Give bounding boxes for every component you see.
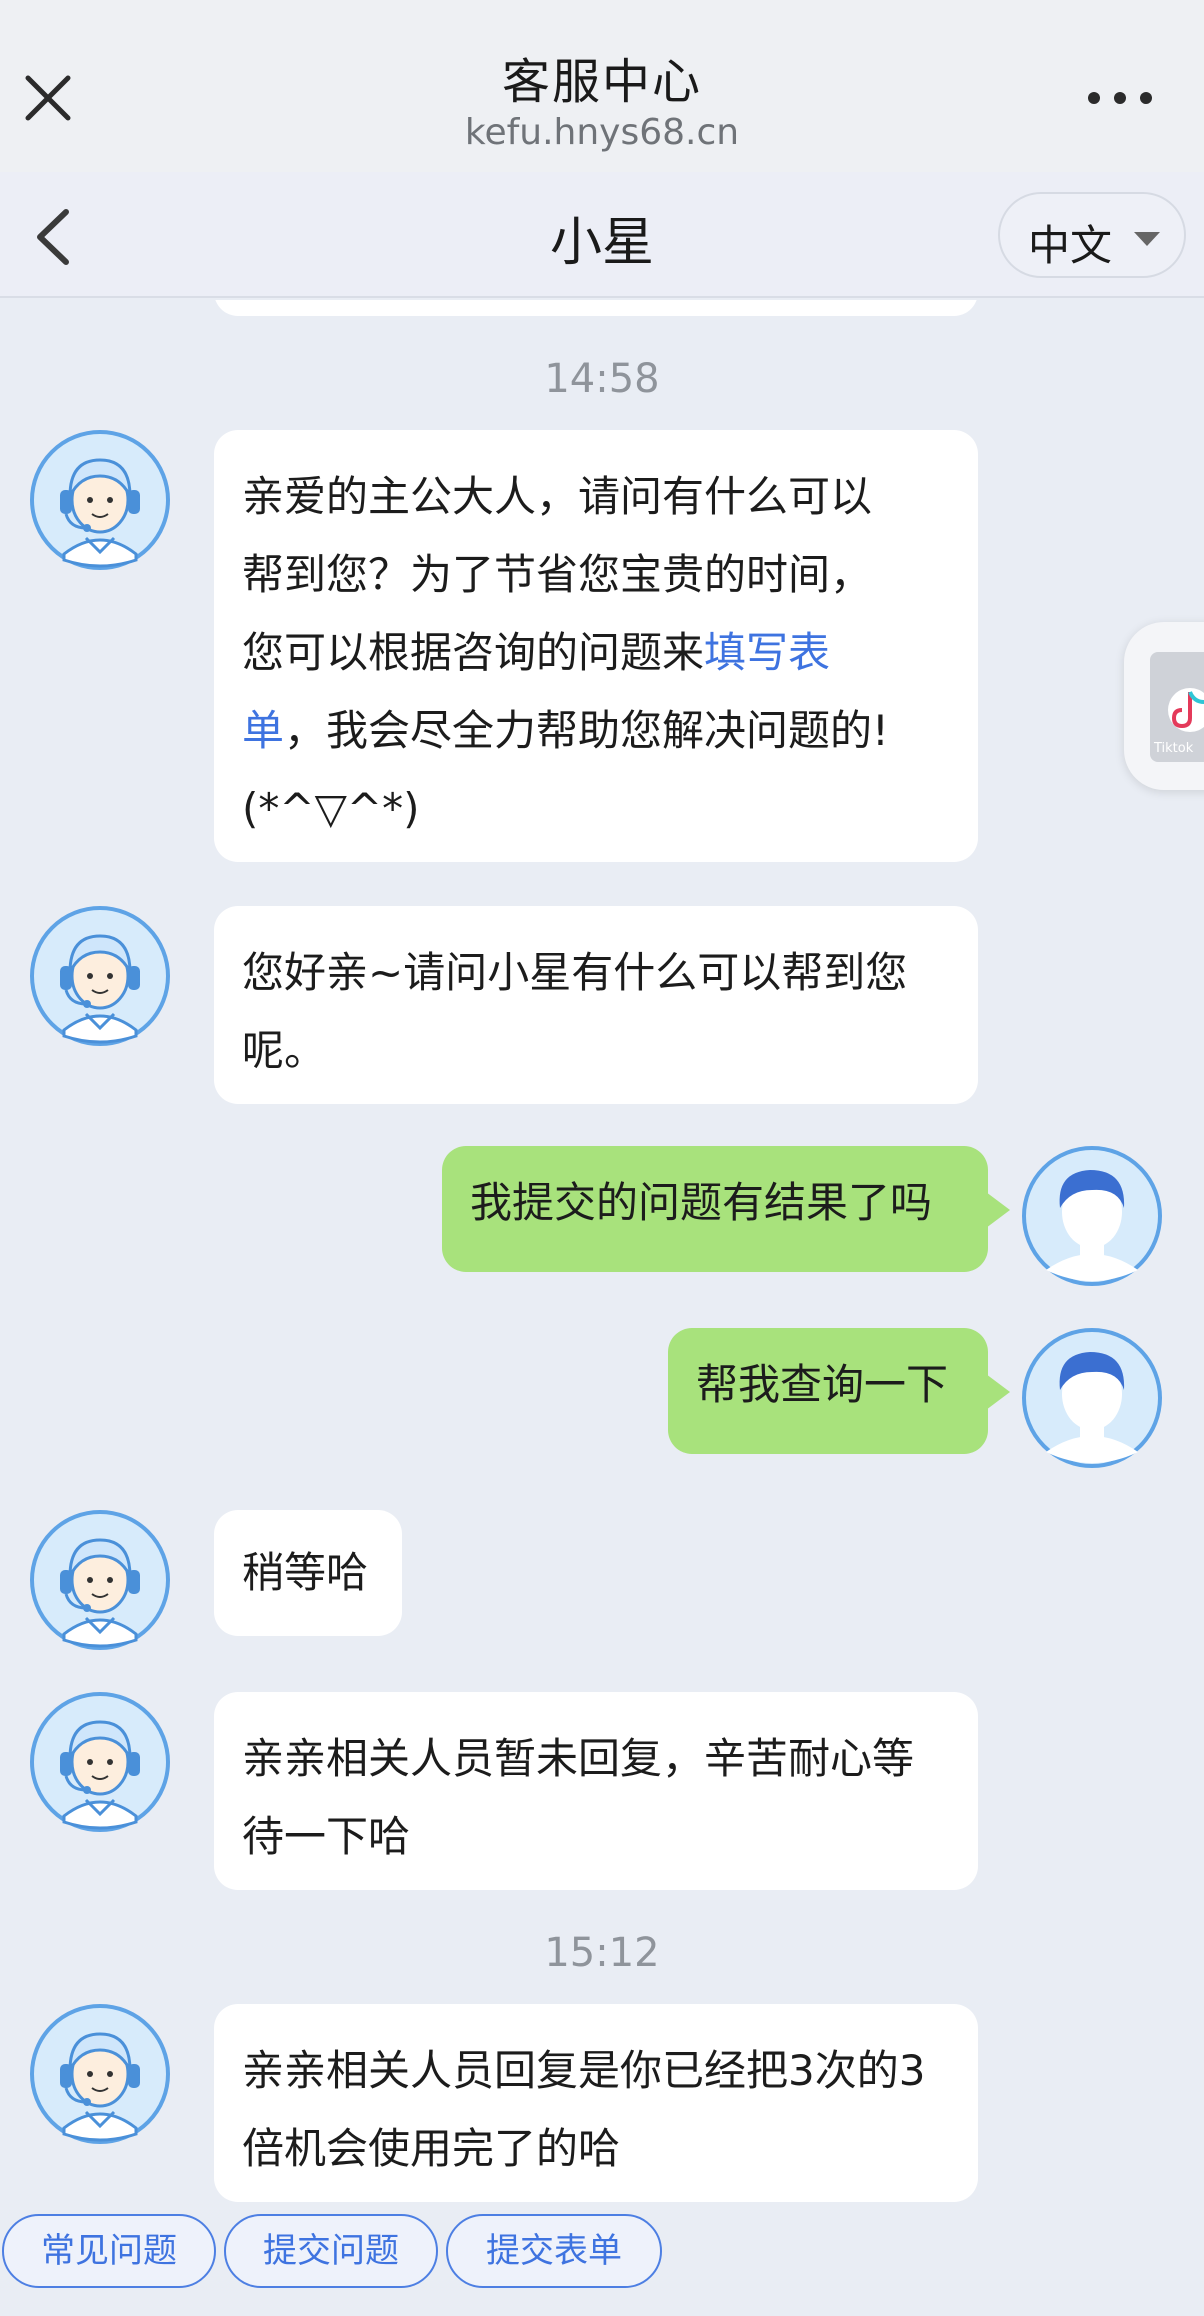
- user-avatar[interactable]: [1022, 1328, 1162, 1468]
- language-select[interactable]: 中文: [998, 192, 1186, 278]
- chat-messages[interactable]: 14:58 亲爱的主公大人，请问有什么可以 帮到您？为了节省您宝贵的时间， 您可…: [0, 300, 1204, 2210]
- user-avatar[interactable]: [1022, 1146, 1162, 1286]
- message-text: 您可以根据咨询的问题来: [242, 628, 705, 677]
- message-line: 帮到您？为了节省您宝贵的时间，: [242, 550, 873, 599]
- more-dots-icon: [1088, 92, 1152, 104]
- browser-url: kefu.hnys68.cn: [464, 112, 740, 153]
- language-label: 中文: [1028, 221, 1113, 270]
- message-line: 单，我会尽全力帮助您解决问题的!: [242, 692, 950, 770]
- chat-header: 小星 中文: [0, 172, 1204, 298]
- agent-avatar[interactable]: [30, 430, 170, 570]
- agent-avatar[interactable]: [30, 1510, 170, 1650]
- fill-form-link[interactable]: 填写表: [704, 628, 830, 677]
- timestamp: 14:58: [544, 356, 660, 402]
- message-line: (*^▽^*): [242, 784, 420, 833]
- agent-message: 亲亲相关人员暂未回复，辛苦耐心等待一下哈: [214, 1692, 978, 1890]
- fill-form-link-continued[interactable]: 单: [242, 706, 284, 755]
- user-message: 我提交的问题有结果了吗: [442, 1146, 1010, 1272]
- user-avatar-icon: [1022, 1146, 1162, 1286]
- agent-message: 稍等哈: [214, 1510, 402, 1636]
- message-line: 您可以根据咨询的问题来填写表: [242, 614, 950, 692]
- agent-avatar-icon: [30, 2004, 170, 2144]
- browser-toolbar: 客服中心 kefu.hnys68.cn: [0, 0, 1204, 172]
- timestamp: 15:12: [544, 1930, 660, 1976]
- tiktok-label: Tiktok: [1154, 741, 1194, 756]
- agent-avatar-icon: [30, 906, 170, 1046]
- caret-down-icon: [1134, 232, 1160, 246]
- floating-app-widget[interactable]: Tiktok: [1124, 622, 1204, 790]
- agent-avatar-icon: [30, 1692, 170, 1832]
- more-button[interactable]: [1086, 84, 1154, 112]
- browser-title: 客服中心: [501, 54, 702, 110]
- agent-avatar-icon: [30, 430, 170, 570]
- tiktok-tile[interactable]: Tiktok: [1150, 652, 1204, 762]
- quick-actions-bar: 常见问题 提交问题 提交表单: [0, 2210, 1204, 2316]
- submit-question-button[interactable]: 提交问题: [224, 2214, 438, 2288]
- faq-button[interactable]: 常见问题: [2, 2214, 216, 2288]
- message-line: 亲爱的主公大人，请问有什么可以: [242, 472, 873, 521]
- agent-message: 亲爱的主公大人，请问有什么可以 帮到您？为了节省您宝贵的时间， 您可以根据咨询的…: [214, 430, 978, 862]
- submit-form-button[interactable]: 提交表单: [446, 2214, 662, 2288]
- agent-message: 亲亲相关人员回复是你已经把3次的3倍机会使用完了的哈: [214, 2004, 978, 2202]
- user-message: 帮我查询一下: [668, 1328, 1010, 1454]
- user-avatar-icon: [1022, 1328, 1162, 1468]
- message-text: ，我会尽全力帮助您解决问题的!: [284, 706, 889, 755]
- agent-avatar-icon: [30, 1510, 170, 1650]
- agent-avatar[interactable]: [30, 1692, 170, 1832]
- agent-avatar[interactable]: [30, 906, 170, 1046]
- agent-avatar[interactable]: [30, 2004, 170, 2144]
- previous-message-bubble: [214, 300, 978, 316]
- agent-message: 您好亲~请问小星有什么可以帮到您呢。: [214, 906, 978, 1104]
